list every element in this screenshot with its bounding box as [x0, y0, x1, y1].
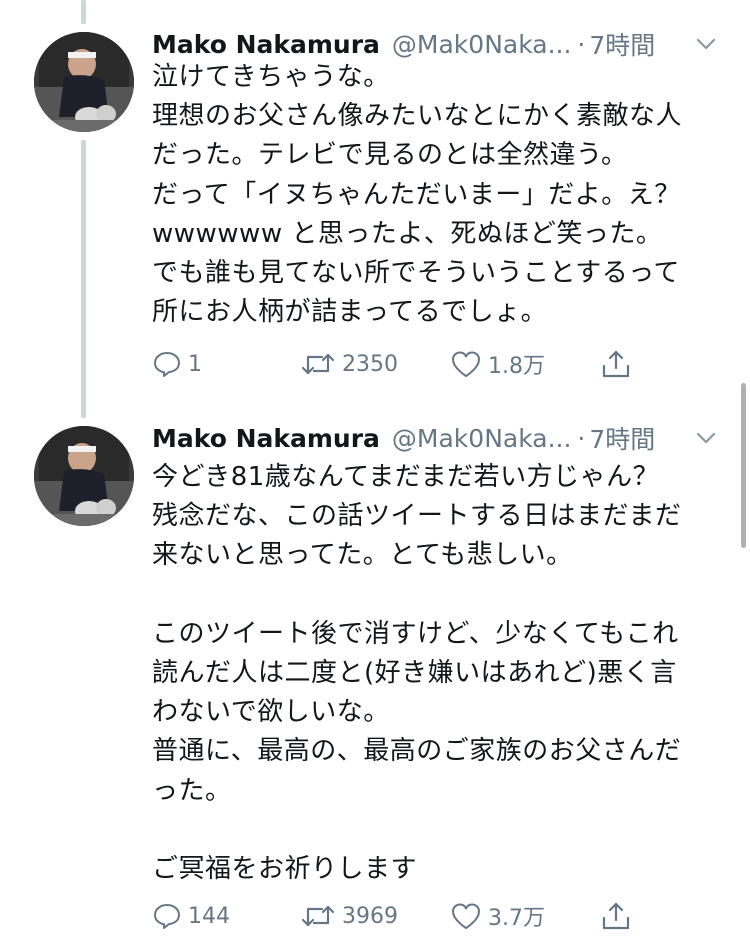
tweet-text-line	[152, 576, 730, 615]
reply-count: 1	[188, 351, 202, 377]
tweet-text-line: だった。テレビで見るのとは全然違う。	[152, 140, 628, 171]
retweet-count: 3969	[342, 903, 398, 929]
scrollbar[interactable]	[741, 383, 746, 548]
heart-icon	[452, 903, 480, 929]
tweet-text-line: だって「イヌちゃんただいまー」だよ。え？	[152, 179, 681, 210]
tweet-text-line: ご冥福をお祈りします	[152, 853, 418, 884]
tweet-actions: 1 2350 1.8万	[152, 344, 642, 384]
reply-icon	[154, 352, 180, 377]
retweet-button[interactable]: 3969	[300, 896, 398, 936]
tweet[interactable]: Mako Nakamura @Mak0Naka... · 7時間 泣けてきちゃう…	[0, 0, 750, 400]
separator-dot: ·	[577, 29, 586, 59]
retweet-icon	[301, 353, 335, 375]
retweet-icon	[301, 905, 335, 927]
tweet-actions: 144 3969 3.7万	[152, 896, 642, 936]
tweet-text-line: 理想のお父さん像みたいなとにかく素敵な人	[152, 101, 683, 132]
retweet-count: 2350	[342, 351, 398, 377]
share-button[interactable]	[600, 896, 638, 936]
heart-icon	[452, 351, 480, 377]
handle[interactable]: @Mak0Naka...	[392, 424, 572, 453]
display-name[interactable]: Mako Nakamura	[152, 424, 380, 453]
tweet-text-line	[152, 811, 730, 850]
chevron-down-icon[interactable]	[692, 30, 720, 58]
share-icon	[602, 902, 630, 930]
tweet-text-line: わないで欲しいな。	[152, 697, 390, 728]
timestamp[interactable]: 7時間	[589, 420, 655, 456]
like-button[interactable]: 1.8万	[450, 344, 545, 384]
share-button[interactable]	[600, 344, 638, 384]
tweet[interactable]: Mako Nakamura @Mak0Naka... · 7時間 今どき81歳な…	[0, 400, 750, 949]
tweet-text-line: このツイート後で消すけど、少なくてもこれ	[152, 618, 679, 649]
tweet-text-line: 読んだ人は二度と(好き嫌いはあれど)悪く言	[152, 657, 677, 688]
tweet-header: Mako Nakamura @Mak0Naka... · 7時間	[152, 418, 730, 458]
reply-button[interactable]: 144	[152, 896, 230, 936]
tweet-text-line: 泣けてきちゃうな。	[152, 62, 390, 92]
tweet-text-line: 普通に、最高の、最高のご家族のお父さんだ	[152, 736, 682, 767]
separator-dot: ·	[577, 423, 586, 453]
tweet-text-line: 今どき81歳なんてまだまだ若い方じゃん？	[152, 462, 660, 492]
like-count: 1.8万	[488, 354, 545, 379]
display-name[interactable]: Mako Nakamura	[152, 30, 380, 59]
share-icon	[602, 350, 630, 378]
timestamp[interactable]: 7時間	[589, 26, 655, 62]
like-count: 3.7万	[488, 906, 545, 931]
avatar[interactable]	[34, 32, 134, 132]
like-button[interactable]: 3.7万	[450, 896, 545, 936]
handle[interactable]: @Mak0Naka...	[392, 30, 572, 59]
retweet-button[interactable]: 2350	[300, 344, 398, 384]
tweet-text-line: った。	[152, 775, 232, 806]
avatar[interactable]	[34, 426, 134, 526]
reply-count: 144	[188, 903, 230, 929]
tweet-text: 泣けてきちゃうな。 理想のお父さん像みたいなとにかく素敵な人 だった。テレビで見…	[152, 58, 730, 332]
tweet-text-line: 残念だな、この話ツイートする日はまだまだ	[152, 501, 682, 532]
reply-button[interactable]: 1	[152, 344, 202, 384]
user-avatar-photo-icon	[34, 32, 134, 132]
tweet-text-line: でも誰も見てない所でそういうことするって	[152, 257, 680, 288]
user-avatar-photo-icon	[34, 426, 134, 526]
tweet-text-line: wwwwww と思ったよ、死ぬほど笑った。	[152, 218, 663, 249]
reply-icon	[154, 904, 180, 929]
tweet-text: 今どき81歳なんてまだまだ若い方じゃん？ 残念だな、この話ツイートする日はまだま…	[152, 458, 730, 889]
chevron-down-icon[interactable]	[692, 424, 720, 452]
tweet-text-line: 来ないと思ってた。とても悲しい。	[152, 540, 573, 571]
tweet-text-line: 所にお人柄が詰まってるでしょ。	[152, 297, 548, 328]
